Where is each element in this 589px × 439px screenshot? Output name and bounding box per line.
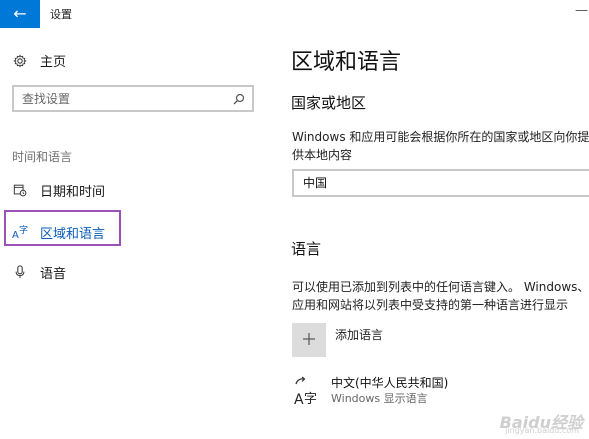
country-select[interactable]: 中国 [292, 169, 589, 197]
language-name: 中文(中华人民共和国) [331, 376, 449, 390]
settings-window: ← 设置 — 主页 时间和语言 [0, 0, 589, 439]
sidebar-item-label: 主页 [40, 55, 67, 70]
sidebar-item-label: 语音 [40, 266, 67, 282]
section-label: 时间和语言 [12, 150, 73, 164]
language-subtitle: Windows 显示语言 [331, 392, 428, 405]
add-language-tile[interactable] [292, 323, 326, 357]
svg-text:字: 字 [19, 224, 28, 236]
language-description: 可以使用已添加到列表中的任何语言键入。 Windows、应用和网站将以列表中受支… [292, 280, 589, 312]
svg-text:A: A [12, 230, 19, 240]
title-bar: ← 设置 — [0, 0, 589, 28]
svg-text:A: A [294, 392, 304, 408]
sidebar-item-label: 日期和时间 [40, 184, 106, 200]
search-box[interactable] [12, 85, 254, 112]
search-input[interactable] [14, 87, 230, 110]
sidebar-item-label: 区域和语言 [40, 226, 106, 242]
plus-icon [302, 331, 316, 350]
language-list-item[interactable]: A 字 中文(中华人民共和国) Windows 显示语言 [292, 375, 448, 409]
country-description: Windows 和应用可能会根据你所在的国家或地区向你提供本地内容 [292, 130, 589, 162]
sidebar-item-region-language[interactable]: A 字 区域和语言 [12, 221, 105, 243]
country-heading: 国家或地区 [291, 94, 367, 112]
sidebar-item-speech[interactable]: 语音 [12, 261, 66, 283]
arrow-left-icon: ← [13, 4, 27, 23]
main-content: 区域和语言 国家或地区 Windows 和应用可能会根据你所在的国家或地区向你提… [270, 28, 589, 439]
add-language-label: 添加语言 [335, 328, 384, 342]
minimize-button[interactable]: — [575, 4, 588, 17]
sidebar: 主页 时间和语言 日期和时间 [0, 28, 270, 439]
sidebar-item-date-time[interactable]: 日期和时间 [12, 179, 105, 201]
sidebar-item-home[interactable]: 主页 [12, 51, 66, 70]
language-icon: A 字 [292, 375, 322, 409]
watermark: Baidu经验 jingyan.baidu.com [500, 409, 583, 435]
gear-icon [12, 53, 28, 69]
watermark-url: jingyan.baidu.com [505, 426, 579, 435]
back-button[interactable]: ← [0, 0, 40, 28]
search-icon[interactable] [230, 90, 248, 108]
minimize-icon: — [575, 3, 588, 18]
language-icon: A 字 [12, 224, 28, 240]
microphone-icon [12, 264, 28, 280]
language-heading: 语言 [291, 240, 322, 258]
add-language-button[interactable]: 添加语言 [292, 323, 383, 357]
app-title: 设置 [50, 8, 72, 21]
svg-text:字: 字 [304, 392, 317, 407]
calendar-clock-icon [12, 182, 28, 198]
page-title: 区域和语言 [291, 50, 402, 75]
